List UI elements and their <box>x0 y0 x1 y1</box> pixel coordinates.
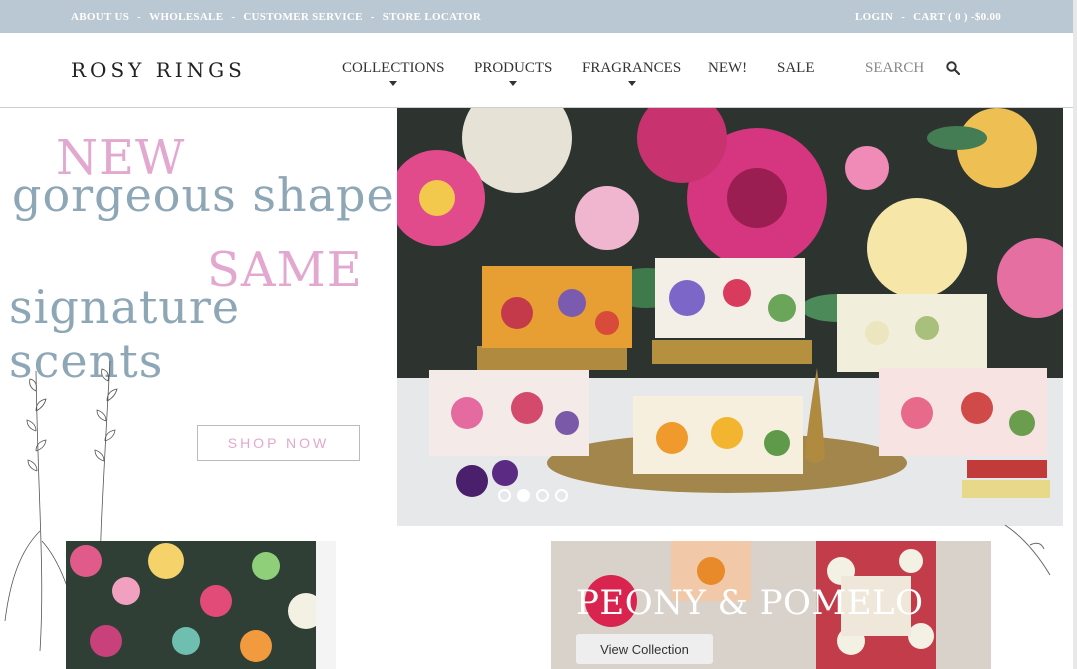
customer-service-link[interactable]: CUSTOMER SERVICE <box>243 11 362 23</box>
nav-label: PRODUCTS <box>474 60 553 76</box>
hero-headline-shape: gorgeous shape <box>12 168 395 222</box>
separator: - <box>901 11 906 23</box>
nav-label: SALE <box>777 60 815 76</box>
candles-photo <box>397 108 1063 526</box>
caret-down-icon <box>627 81 636 86</box>
shop-now-button[interactable]: SHOP NOW <box>197 425 360 461</box>
nav-sale[interactable]: SALE <box>777 60 815 77</box>
nav-new[interactable]: NEW! <box>708 60 747 77</box>
slide-dot-3[interactable] <box>536 489 549 502</box>
site-header: ROSY RINGS COLLECTIONS PRODUCTS FRAGRANC… <box>0 33 1073 108</box>
login-link[interactable]: LOGIN <box>855 11 893 23</box>
nav-label: FRAGRANCES <box>582 60 682 76</box>
nav-products[interactable]: PRODUCTS <box>474 60 553 86</box>
separator: - <box>370 11 375 23</box>
hero-slide-image[interactable] <box>397 108 1063 526</box>
slide-dot-2[interactable] <box>517 489 530 502</box>
search-input[interactable]: SEARCH <box>865 60 924 77</box>
promo-title: PEONY & POMELO <box>576 583 924 623</box>
slide-dot-4[interactable] <box>555 489 568 502</box>
view-collection-button[interactable]: View Collection <box>576 634 713 664</box>
caret-down-icon <box>389 81 398 86</box>
separator: - <box>137 11 142 23</box>
wholesale-link[interactable]: WHOLESALE <box>149 11 223 23</box>
nav-fragrances[interactable]: FRAGRANCES <box>582 60 682 86</box>
search-icon[interactable] <box>946 61 960 75</box>
cart-link[interactable]: CART ( 0 ) -$0.00 <box>913 11 1001 23</box>
caret-down-icon <box>509 81 518 86</box>
window-scrollbar[interactable] <box>1073 0 1077 669</box>
nav-label: COLLECTIONS <box>342 60 445 76</box>
collection-tile-floral[interactable] <box>66 541 336 669</box>
slide-dot-1[interactable] <box>498 489 511 502</box>
site-logo[interactable]: ROSY RINGS <box>71 58 246 82</box>
nav-collections[interactable]: COLLECTIONS <box>342 60 445 86</box>
about-us-link[interactable]: ABOUT US <box>71 11 129 23</box>
hero-text-panel: NEW gorgeous shape SAME signature scents… <box>0 108 397 651</box>
slider-dots <box>498 489 568 502</box>
floral-fabric-image <box>66 541 336 669</box>
store-locator-link[interactable]: STORE LOCATOR <box>383 11 481 23</box>
nav-label: NEW! <box>708 60 748 76</box>
utility-bar: ABOUT US - WHOLESALE - CUSTOMER SERVICE … <box>0 0 1073 33</box>
branch-illustration <box>1004 524 1051 576</box>
separator: - <box>231 11 236 23</box>
account-links: LOGIN - CART ( 0 ) -$0.00 <box>855 11 1001 23</box>
utility-links: ABOUT US - WHOLESALE - CUSTOMER SERVICE … <box>71 11 481 23</box>
